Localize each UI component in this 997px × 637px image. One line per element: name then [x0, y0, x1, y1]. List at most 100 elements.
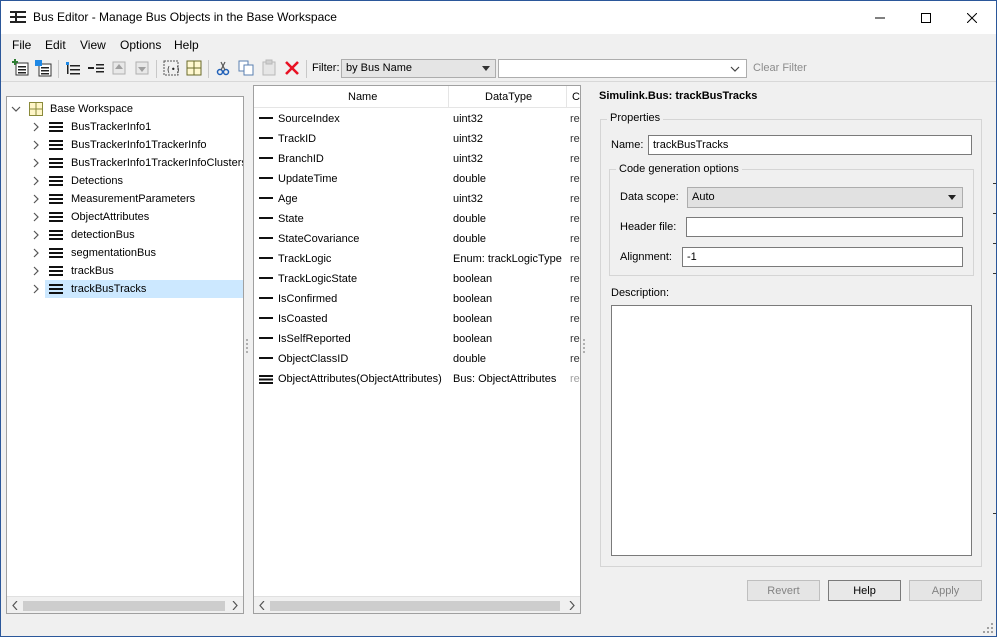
dotted-select-icon: (•) [163, 60, 180, 76]
element-name: IsCoasted [278, 313, 328, 325]
chevron-right-icon[interactable] [31, 265, 41, 277]
tree-item-label: BusTrackerInfo1 [71, 121, 152, 133]
menu-options[interactable]: Options [120, 38, 161, 52]
tree-item-detections[interactable]: Detections [7, 172, 243, 190]
table-row[interactable]: ObjectAttributes(ObjectAttributes) Bus: O… [254, 369, 580, 389]
right-splitter-handle[interactable] [583, 339, 585, 353]
tree-root-base-workspace[interactable]: Base Workspace [7, 100, 243, 118]
signal-element-icon [259, 277, 273, 279]
delete-button[interactable] [282, 58, 302, 78]
filter-mode-select[interactable]: by Bus Name [341, 59, 496, 78]
bus-name-field[interactable]: trackBusTracks [648, 135, 972, 155]
alignment-field[interactable]: -1 [682, 247, 963, 267]
column-header-name[interactable]: Name [348, 91, 377, 103]
scrollbar-thumb[interactable] [23, 601, 225, 611]
move-up-button[interactable] [109, 58, 129, 78]
tree-item-measurementparameters[interactable]: MeasurementParameters [7, 190, 243, 208]
maximize-button[interactable] [903, 1, 949, 34]
create-bus-from-elements-button[interactable] [86, 58, 106, 78]
column-header-complexity[interactable]: Co [572, 91, 580, 103]
chevron-right-icon[interactable] [31, 139, 41, 151]
description-textarea[interactable] [611, 305, 972, 556]
tree-item-bustrackerinfo1trackerinfo[interactable]: BusTrackerInfo1TrackerInfo [7, 136, 243, 154]
find-button[interactable]: (•) [161, 58, 181, 78]
element-datatype: boolean [453, 273, 493, 285]
table-row[interactable]: TrackLogicState boolean re [254, 269, 580, 289]
element-complexity: re [570, 253, 580, 265]
tree-item-label: detectionBus [71, 229, 135, 241]
table-row[interactable]: State double re [254, 209, 580, 229]
table-row[interactable]: UpdateTime double re [254, 169, 580, 189]
table-row[interactable]: IsCoasted boolean re [254, 309, 580, 329]
left-splitter-handle[interactable] [246, 339, 248, 353]
chevron-down-icon[interactable] [11, 103, 21, 115]
revert-button[interactable]: Revert [747, 580, 820, 601]
copy-button[interactable] [236, 58, 256, 78]
element-datatype: double [453, 233, 487, 245]
filter-text-input[interactable] [498, 59, 747, 78]
scrollbar-thumb[interactable] [270, 601, 560, 611]
element-name: ObjectClassID [278, 353, 349, 365]
grid-view-button[interactable] [184, 58, 204, 78]
tree-horizontal-scrollbar[interactable] [7, 596, 243, 613]
tree-item-trackbustracks[interactable]: trackBusTracks [7, 280, 243, 298]
element-complexity: re [570, 293, 580, 305]
add-bus-child-button[interactable] [33, 58, 53, 78]
signal-element-icon [259, 257, 273, 259]
chevron-right-icon[interactable] [31, 247, 41, 259]
cut-button[interactable] [213, 58, 233, 78]
minimize-button[interactable] [857, 1, 903, 34]
table-row[interactable]: TrackID uint32 re [254, 129, 580, 149]
menu-file[interactable]: File [12, 38, 31, 52]
table-row[interactable]: Age uint32 re [254, 189, 580, 209]
clear-filter-link[interactable]: Clear Filter [753, 62, 807, 74]
element-complexity: re [570, 333, 580, 345]
menu-help[interactable]: Help [174, 38, 199, 52]
apply-button[interactable]: Apply [909, 580, 982, 601]
chevron-right-icon[interactable] [31, 175, 41, 187]
resize-grip-icon[interactable] [983, 623, 993, 633]
tree-item-detectionbus[interactable]: detectionBus [7, 226, 243, 244]
chevron-right-icon[interactable] [31, 157, 41, 169]
close-button[interactable] [949, 1, 995, 34]
table-row[interactable]: StateCovariance double re [254, 229, 580, 249]
title-bar: Bus Editor - Manage Bus Objects in the B… [1, 1, 996, 34]
tree-item-label: BusTrackerInfo1TrackerInfo [71, 139, 207, 151]
paste-button[interactable] [259, 58, 279, 78]
tree-item-objectattributes[interactable]: ObjectAttributes [7, 208, 243, 226]
move-down-button[interactable] [132, 58, 152, 78]
tree-item-bustrackerinfo1[interactable]: BusTrackerInfo1 [7, 118, 243, 136]
table-row[interactable]: IsSelfReported boolean re [254, 329, 580, 349]
data-scope-select[interactable]: Auto [687, 187, 963, 208]
menu-edit[interactable]: Edit [45, 38, 66, 52]
table-horizontal-scrollbar[interactable] [254, 596, 580, 613]
insert-element-button[interactable] [63, 58, 83, 78]
element-complexity: re [570, 193, 580, 205]
alignment-value: -1 [687, 251, 697, 263]
help-button[interactable]: Help [828, 580, 901, 601]
tree-item-trackbus[interactable]: trackBus [7, 262, 243, 280]
menu-view[interactable]: View [80, 38, 106, 52]
chevron-right-icon[interactable] [31, 283, 41, 295]
scroll-right-icon[interactable] [231, 601, 239, 610]
element-name: UpdateTime [278, 173, 338, 185]
table-row[interactable]: TrackLogic Enum: trackLogicType re [254, 249, 580, 269]
scroll-left-icon[interactable] [258, 601, 266, 610]
table-row[interactable]: SourceIndex uint32 re [254, 109, 580, 129]
add-bus-button[interactable] [11, 58, 31, 78]
chevron-right-icon[interactable] [31, 229, 41, 241]
tree-item-segmentationbus[interactable]: segmentationBus [7, 244, 243, 262]
scroll-left-icon[interactable] [11, 601, 19, 610]
table-row[interactable]: ObjectClassID double re [254, 349, 580, 369]
bus-editor-app-icon [10, 11, 26, 23]
tree-item-bustrackerinfo1trackerinfoclusters[interactable]: BusTrackerInfo1TrackerInfoClusters [7, 154, 243, 172]
chevron-right-icon[interactable] [31, 193, 41, 205]
chevron-right-icon[interactable] [31, 211, 41, 223]
column-header-datatype[interactable]: DataType [485, 91, 532, 103]
scroll-right-icon[interactable] [568, 601, 576, 610]
chevron-right-icon[interactable] [31, 121, 41, 133]
signal-element-icon [259, 177, 273, 179]
header-file-field[interactable] [686, 217, 963, 237]
table-row[interactable]: BranchID uint32 re [254, 149, 580, 169]
table-row[interactable]: IsConfirmed boolean re [254, 289, 580, 309]
